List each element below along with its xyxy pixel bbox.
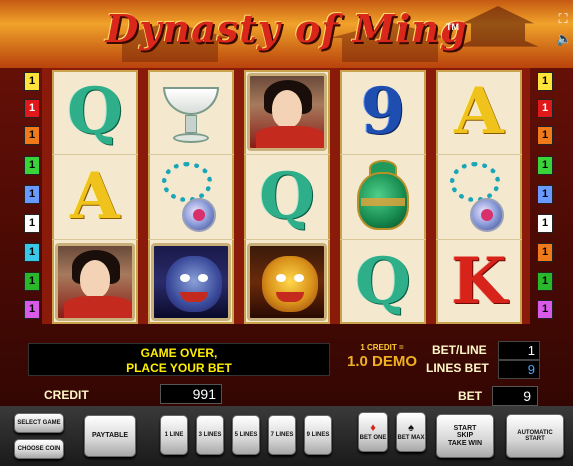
- symbol-9: 9: [360, 74, 406, 149]
- credit-label: CREDIT: [44, 388, 89, 402]
- game-header: Dynasty of Ming TM: [0, 0, 573, 68]
- symbol-cup: [151, 72, 231, 152]
- line-marker-left: 1: [24, 156, 40, 175]
- 1-line-button[interactable]: 1 LINE: [160, 415, 188, 455]
- 3-lines-button[interactable]: 3 LINES: [196, 415, 224, 455]
- line-marker-left: 1: [24, 126, 40, 145]
- game-title: Dynasty of Ming: [105, 6, 468, 51]
- line-marker-left: 1: [24, 300, 40, 319]
- symbol-q: Q: [355, 244, 411, 319]
- message-line-1: GAME OVER,: [140, 346, 218, 360]
- bet-one-label: BET ONE: [359, 434, 387, 441]
- reel-3: Q: [244, 70, 330, 324]
- line-marker-left: 1: [24, 72, 40, 91]
- diamond-icon: ♦: [370, 422, 376, 435]
- bet-label: BET: [458, 389, 482, 403]
- message-line-2: PLACE YOUR BET: [126, 361, 232, 375]
- bet-max-button[interactable]: ♠ BET MAX: [396, 412, 426, 452]
- lines-bet-label: LINES BET: [426, 361, 489, 375]
- 9-lines-button[interactable]: 9 LINES: [304, 415, 332, 455]
- symbol-vase: [343, 157, 423, 237]
- symbol-a: A: [70, 159, 120, 234]
- start-label: START: [453, 424, 477, 432]
- reel-5: A K: [436, 70, 522, 324]
- line-marker-left: 1: [24, 272, 40, 291]
- symbol-k: K: [451, 244, 507, 319]
- take-win-label: TAKE WIN: [447, 439, 483, 447]
- line-marker-left: 1: [24, 243, 40, 262]
- bet-value: 9: [492, 386, 538, 406]
- line-marker-left: 1: [24, 99, 40, 118]
- reel-4: 9 Q: [340, 70, 426, 324]
- 5-lines-button[interactable]: 5 LINES: [232, 415, 260, 455]
- reel-1: Q A: [52, 70, 138, 324]
- symbol-woman: [55, 242, 135, 322]
- line-marker-right: 1: [537, 300, 553, 319]
- credit-value: 991: [160, 384, 222, 404]
- automatic-start-button[interactable]: AUTOMATIC START: [506, 414, 564, 458]
- line-marker-right: 1: [537, 99, 553, 118]
- start-skip-takewin-button[interactable]: START SKIP TAKE WIN: [436, 414, 494, 458]
- denomination-display[interactable]: 1.0 DEMO: [336, 353, 428, 370]
- symbol-a: A: [454, 74, 504, 149]
- bet-one-button[interactable]: ♦ BET ONE: [358, 412, 388, 452]
- status-message: GAME OVER, PLACE YOUR BET: [28, 343, 330, 376]
- symbol-woman: [247, 72, 327, 152]
- spade-icon: ♠: [408, 422, 414, 435]
- bet-max-label: BET MAX: [397, 434, 425, 441]
- lines-bet-value: 9: [498, 360, 540, 379]
- line-marker-right: 1: [537, 156, 553, 175]
- line-marker-left: 1: [24, 185, 40, 204]
- symbol-beads: [151, 157, 231, 237]
- line-marker-right: 1: [537, 126, 553, 145]
- bet-line-label: BET/LINE: [432, 343, 487, 357]
- 7-lines-button[interactable]: 7 LINES: [268, 415, 296, 455]
- bet-line-value: 1: [498, 341, 540, 360]
- symbol-q: Q: [259, 159, 315, 234]
- symbol-blue-lion: [151, 242, 231, 322]
- expand-icon[interactable]: ⛶: [556, 12, 570, 26]
- skip-label: SKIP: [456, 432, 474, 440]
- line-marker-right: 1: [537, 72, 553, 91]
- paytable-button[interactable]: PAYTABLE: [84, 415, 136, 457]
- symbol-golden-lion: [247, 242, 327, 322]
- speaker-muted-icon[interactable]: 🔈: [556, 32, 572, 46]
- reel-2: [148, 70, 234, 324]
- line-marker-left: 1: [24, 214, 40, 233]
- symbol-beads: [439, 157, 519, 237]
- trademark: TM: [446, 22, 459, 32]
- credit-equals-label: 1 CREDIT =: [360, 343, 404, 352]
- line-marker-right: 1: [537, 272, 553, 291]
- line-marker-right: 1: [537, 185, 553, 204]
- select-game-button[interactable]: SELECT GAME: [14, 413, 64, 433]
- line-marker-right: 1: [537, 243, 553, 262]
- line-marker-right: 1: [537, 214, 553, 233]
- choose-coin-button[interactable]: CHOOSE COIN: [14, 439, 64, 459]
- symbol-q: Q: [67, 74, 123, 149]
